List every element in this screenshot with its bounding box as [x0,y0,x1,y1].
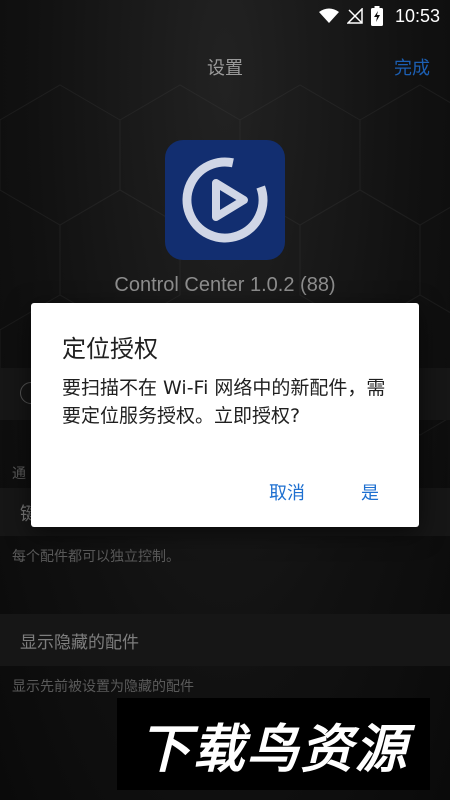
dialog-actions: 取消 是 [269,479,379,505]
app-version: Control Center 1.0.2 (88) [114,274,336,296]
watermark: 下载鸟资源 [117,698,430,790]
hidden-accessories-note: 显示先前被设置为隐藏的配件 [12,679,194,695]
confirm-button[interactable]: 是 [361,479,379,505]
dialog-message: 要扫描不在 Wi-Fi 网络中的新配件，需要定位服务授权。立即授权? [62,377,386,427]
show-hidden-accessories-label: 显示隐藏的配件 [20,633,139,653]
status-time: 10:53 [394,5,440,26]
page-title: 设置 [207,58,243,79]
cancel-button[interactable]: 取消 [269,479,305,505]
show-hidden-accessories-row[interactable]: 显示隐藏的配件 [0,614,450,666]
status-bar: 10:53 [0,0,450,32]
done-button[interactable]: 完成 [394,54,430,80]
location-permission-dialog: 定位授权 要扫描不在 Wi-Fi 网络中的新配件，需要定位服务授权。立即授权? … [31,303,419,527]
screen: 10:53 设置 完成 Control Center 1.0.2 (88) 通 … [0,0,450,800]
no-signal-icon [346,8,363,24]
accessories-note: 每个配件都可以独立控制。 [12,549,180,565]
wifi-icon [318,8,339,23]
battery-charging-icon [370,6,383,26]
section-label: 通 [12,466,26,482]
watermark-text: 下载鸟资源 [138,719,409,780]
dialog-title: 定位授权 [62,335,158,363]
control-center-logo-icon [165,140,285,260]
app-bar: 设置 完成 [0,32,450,100]
